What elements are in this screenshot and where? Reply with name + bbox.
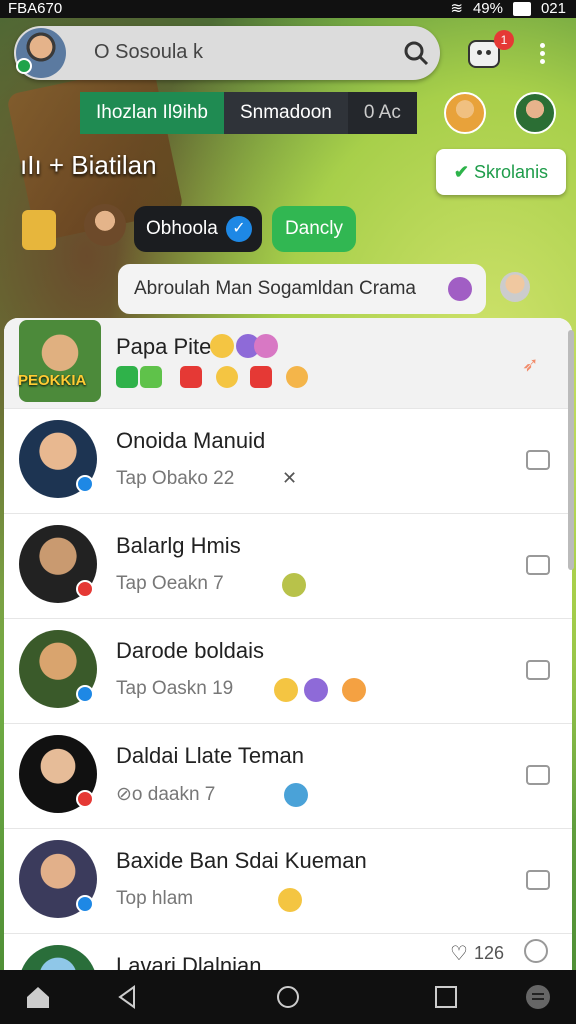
search-icon[interactable] — [402, 39, 430, 67]
select-button[interactable]: ✔ Skrolanis — [436, 149, 566, 195]
list-item[interactable]: PEOKKIA Papa Pite ➶ — [4, 318, 572, 409]
tab-avatar-2[interactable] — [514, 92, 556, 134]
list-item[interactable]: Daldai Llate Teman ⊘o daakn 7 — [4, 723, 572, 829]
chat-icon[interactable] — [524, 983, 552, 1011]
radio-button[interactable] — [524, 939, 548, 963]
contact-list-panel: PEOKKIA Papa Pite ➶ Onoida Manuid Tap Ob… — [4, 318, 572, 970]
contact-name: Darode boldais — [116, 638, 264, 663]
status-icon — [76, 895, 94, 913]
arrow-icon — [116, 366, 138, 388]
user-chip[interactable]: Obhoola ✓ — [134, 206, 262, 252]
emoji-icon — [254, 334, 278, 358]
select-button-label: Skrolanis — [474, 162, 549, 182]
select-checkbox[interactable] — [526, 555, 550, 575]
emoji-icon — [282, 573, 306, 597]
user-chip-label: Obhoola — [146, 218, 218, 239]
contact-name: Papa Pite — [116, 334, 212, 359]
tab-3[interactable]: 0 Ac — [347, 92, 417, 134]
contact-sub: Tap Obako 22 — [116, 468, 235, 489]
gift-icon — [180, 366, 202, 388]
check-icon: ✔ — [453, 162, 470, 182]
status-icon — [76, 790, 94, 808]
leaf-icon — [216, 366, 238, 388]
pin-icon: ✕ — [282, 468, 298, 488]
tab-2[interactable]: Snmadoon — [223, 92, 348, 134]
home-circle-icon[interactable] — [274, 983, 302, 1011]
game-badge-text: PEOKKIA — [18, 372, 87, 389]
online-status-icon — [16, 58, 32, 74]
verified-icon: ✓ — [226, 216, 252, 242]
list-item[interactable]: Darode boldais Tap Oaskn 19 — [4, 618, 572, 724]
status-bar: FBA670 ≋ 49% 021 — [0, 0, 576, 18]
message-avatar[interactable] — [500, 272, 530, 302]
bottom-nav-bar — [0, 970, 576, 1024]
search-bar[interactable]: O Sosoula k — [14, 26, 440, 80]
contact-sub: Tap Oaskn 19 — [116, 678, 234, 699]
home-icon[interactable] — [24, 983, 52, 1011]
status-icon — [76, 580, 94, 598]
contact-avatar — [19, 945, 97, 970]
emoji-icon — [284, 783, 308, 807]
message-text: Abroulah Man Sogamldan Crama — [134, 278, 416, 299]
contact-name: Balarlg Hmis — [116, 533, 241, 558]
share-icon[interactable]: ➶ — [522, 352, 539, 377]
scrollbar[interactable] — [568, 330, 574, 570]
game-avatar-large — [19, 320, 101, 402]
contact-name: Baxide Ban Sdai Kueman — [116, 848, 367, 873]
contact-name: Daldai Llate Teman — [116, 743, 304, 768]
contact-sub: Tap Oeakn 7 — [116, 573, 224, 594]
emoji-icon — [278, 888, 302, 912]
status-icon — [76, 475, 94, 493]
notification-badge: 1 — [494, 30, 514, 50]
green-chip[interactable]: Dancly — [272, 206, 356, 252]
smile-icon — [286, 366, 308, 388]
like-icon: ♡ — [450, 943, 468, 965]
recents-icon[interactable] — [432, 983, 460, 1011]
select-checkbox[interactable] — [526, 870, 550, 890]
search-text: O Sosoula k — [94, 41, 203, 63]
emoji-icon — [274, 678, 298, 702]
wifi-icon: ≋ — [450, 0, 463, 17]
game-label: ıIı + Biatilan — [20, 150, 157, 180]
tab-strip: Ihozlan Il9ihb Snmadoon 0 Ac — [80, 92, 417, 134]
contact-name: Onoida Manuid — [116, 428, 266, 453]
dice-icon — [250, 366, 272, 388]
select-checkbox[interactable] — [526, 660, 550, 680]
list-item[interactable]: Balarlg Hmis Tap Oeakn 7 — [4, 513, 572, 619]
select-checkbox[interactable] — [526, 450, 550, 470]
list-item[interactable]: Lavari Dlalnian ♡ 126 — [4, 933, 572, 970]
battery-text: 49% — [472, 0, 503, 17]
clock: 021 — [540, 0, 566, 17]
game-badge-icon — [22, 210, 56, 250]
emoji-icon — [304, 678, 328, 702]
status-left-text: FBA670 — [8, 0, 63, 17]
arrow-icon — [140, 366, 162, 388]
game-avatar[interactable] — [84, 204, 126, 246]
list-item[interactable]: Onoida Manuid Tap Obako 22 ✕ — [4, 408, 572, 514]
emoji-icon — [448, 277, 472, 301]
status-right: ≋ 49% 021 — [450, 0, 566, 18]
more-options-icon[interactable] — [538, 40, 546, 68]
back-icon[interactable] — [114, 983, 142, 1011]
contact-sub: Top hlam — [116, 888, 194, 909]
select-checkbox[interactable] — [526, 765, 550, 785]
message-bubble[interactable]: Abroulah Man Sogamldan Crama — [118, 264, 486, 314]
emoji-icon — [210, 334, 234, 358]
battery-icon — [512, 2, 531, 16]
emoji-icon — [342, 678, 366, 702]
list-item[interactable]: Baxide Ban Sdai Kueman Top hlam — [4, 828, 572, 934]
contact-name: Lavari Dlalnian — [116, 953, 262, 970]
tab-1[interactable]: Ihozlan Il9ihb — [80, 92, 224, 134]
contact-sub: ⊘o daakn 7 — [116, 784, 216, 805]
tab-avatar-1[interactable] — [444, 92, 486, 134]
count-text: 126 — [474, 943, 505, 963]
status-icon — [76, 685, 94, 703]
